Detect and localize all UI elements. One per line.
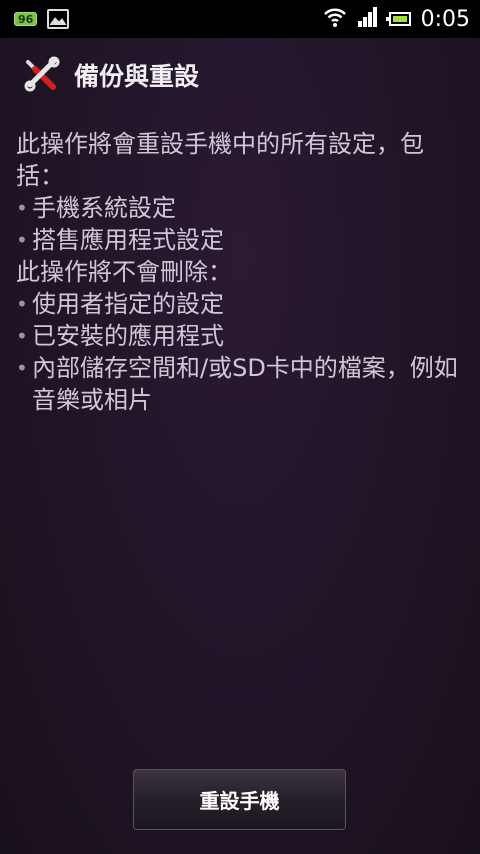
reset-description: 此操作將會重設手機中的所有設定，包括： • 手機系統設定 • 搭售應用程式設定 … [16,128,466,416]
list-item-text: 內部儲存空間和/或SD卡中的檔案，例如音樂或相片 [32,354,458,414]
list-item-text: 已安裝的應用程式 [32,322,224,350]
list-item: • 內部儲存空間和/或SD卡中的檔案，例如音樂或相片 [16,352,466,416]
bullet-icon: • [16,228,28,252]
bullet-icon: • [16,356,28,380]
wifi-icon [323,6,347,32]
signal-icon [357,6,379,32]
gallery-icon [47,9,70,29]
battery-icon [385,12,411,26]
list-item: • 已安裝的應用程式 [16,320,466,352]
page-title: 備份與重設 [74,62,200,91]
list-item: • 使用者指定的設定 [16,288,466,320]
intro-text: 此操作將會重設手機中的所有設定，包括： [16,130,424,190]
clock: 0:05 [420,6,470,32]
bullet-icon: • [16,292,28,316]
reset-phone-button[interactable]: 重設手機 [133,769,346,830]
list-item: • 搭售應用程式設定 [16,224,466,256]
list-item: • 手機系統設定 [16,192,466,224]
tools-icon [22,56,60,94]
list-item-text: 手機系統設定 [32,194,176,222]
notification-badge: 96 [14,12,38,26]
status-bar: 96 0:05 [0,0,480,38]
keep-heading: 此操作將不會刪除： [16,258,232,286]
list-item-text: 搭售應用程式設定 [32,226,224,254]
list-item-text: 使用者指定的設定 [32,290,224,318]
bullet-icon: • [16,196,28,220]
bullet-icon: • [16,324,28,348]
page-header: 備份與重設 [0,38,480,112]
